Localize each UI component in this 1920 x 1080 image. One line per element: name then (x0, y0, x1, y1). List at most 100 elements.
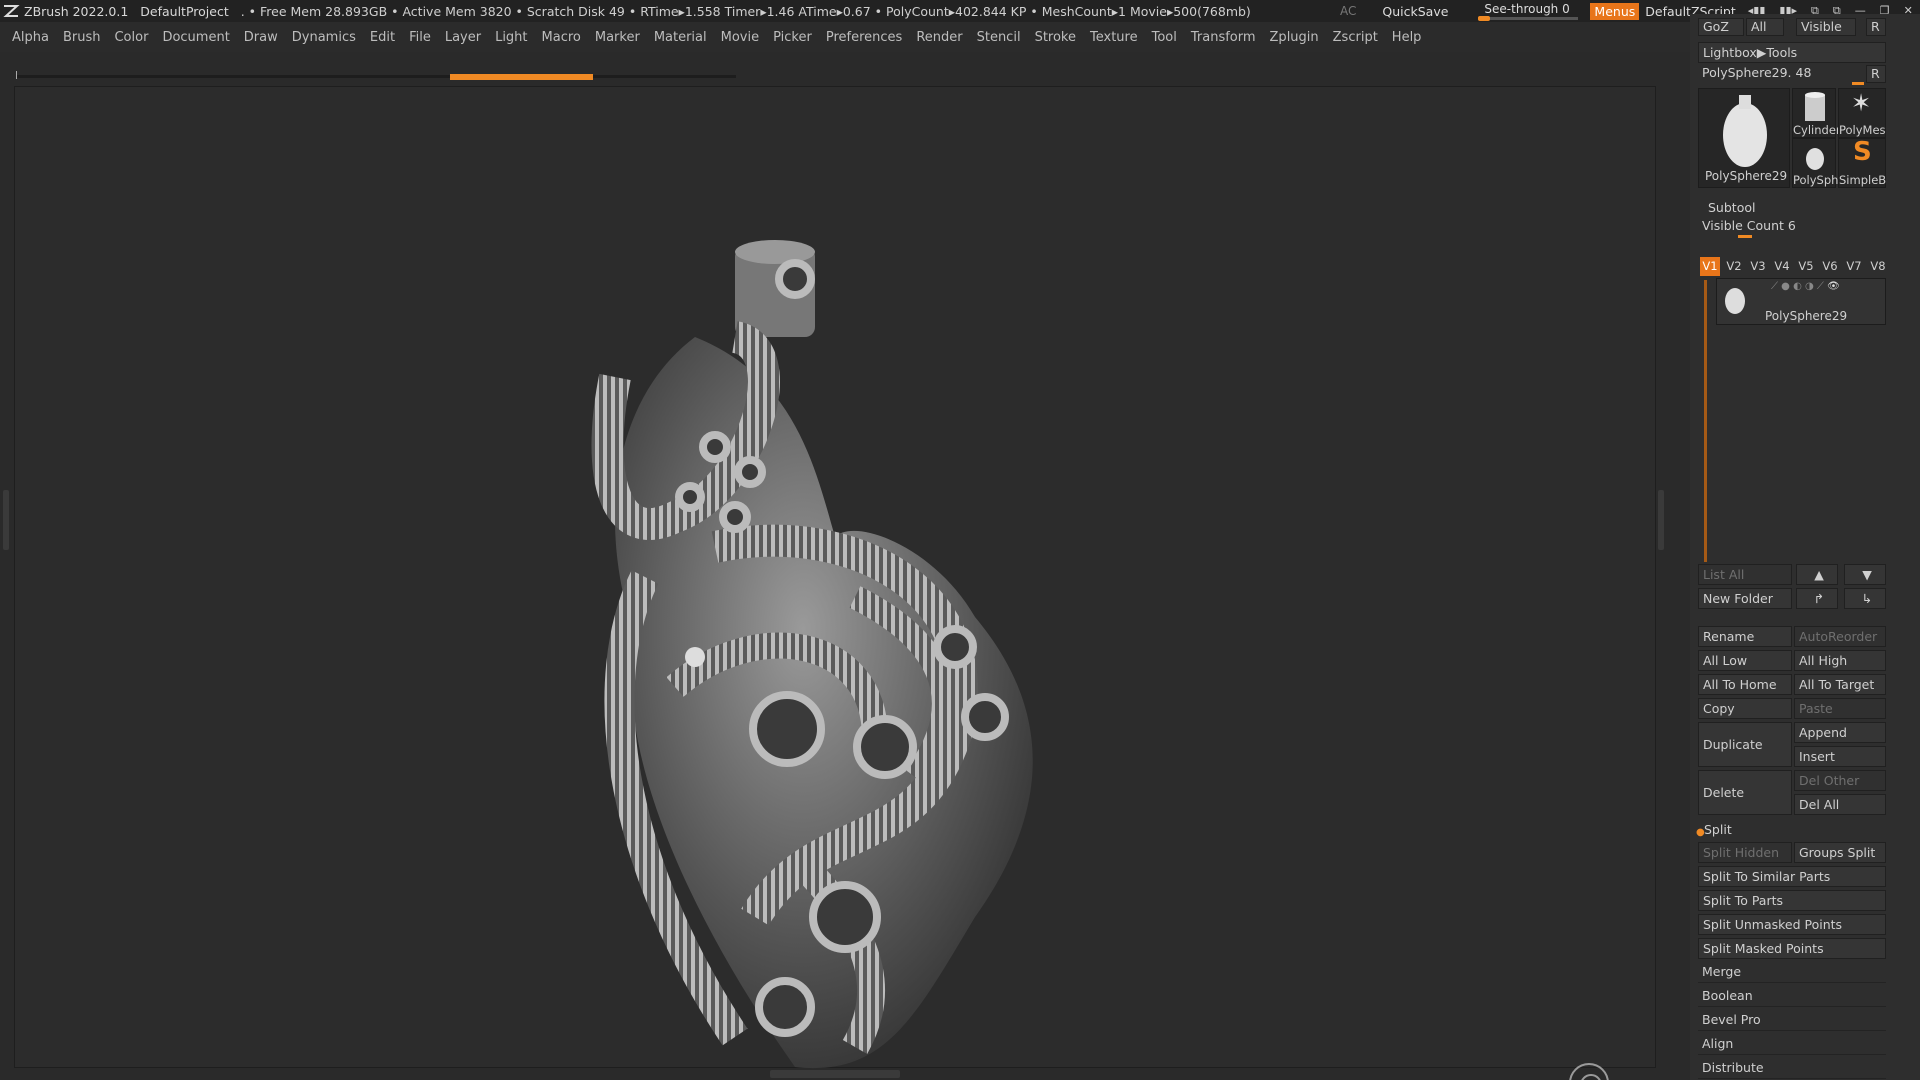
progress-strip (16, 71, 736, 80)
subtool-tab-v3[interactable]: V3 (1748, 257, 1768, 276)
bottom-tray-handle[interactable] (770, 1070, 900, 1078)
menu-brush[interactable]: Brush (63, 30, 101, 45)
del-all-button[interactable]: Del All (1794, 794, 1886, 815)
split-section-title[interactable]: Split (1704, 822, 1732, 837)
tool-palette: GoZ All Visible R Lightbox▶Tools PolySph… (1690, 14, 1920, 1080)
menu-picker[interactable]: Picker (773, 30, 812, 45)
duplicate-button[interactable]: Duplicate (1698, 722, 1792, 767)
folder-in-icon[interactable]: ↱ (1796, 588, 1838, 609)
simplebrush-thumbnail[interactable]: S SimpleB (1838, 137, 1886, 188)
subtool-item-polysphere29[interactable]: ⟋ ● ◐ ◑ ⟋ 👁 PolySphere29 (1716, 278, 1886, 325)
menu-draw[interactable]: Draw (244, 30, 278, 45)
polysph-thumbnail[interactable]: PolySph (1792, 138, 1838, 188)
subtool-tab-v2[interactable]: V2 (1724, 257, 1744, 276)
menu-macro[interactable]: Macro (542, 30, 581, 45)
copy-button[interactable]: Copy (1698, 698, 1792, 719)
menu-document[interactable]: Document (162, 30, 229, 45)
subtool-tab-v1[interactable]: V1 (1700, 257, 1720, 276)
section-bevel-pro[interactable]: Bevel Pro (1698, 1010, 1886, 1031)
menu-edit[interactable]: Edit (370, 30, 395, 45)
split-hidden-button[interactable]: Split Hidden (1698, 842, 1792, 863)
section-align[interactable]: Align (1698, 1034, 1886, 1055)
document-canvas[interactable] (14, 86, 1656, 1080)
delete-button[interactable]: Delete (1698, 770, 1792, 815)
menus-toggle-button[interactable]: Menus (1590, 2, 1640, 20)
current-tool-name[interactable]: PolySphere29. 48 (1702, 65, 1811, 80)
menu-preferences[interactable]: Preferences (826, 30, 902, 45)
cylinder-thumbnail[interactable]: Cylinder (1792, 88, 1841, 138)
subtool-section-title[interactable]: Subtool (1708, 200, 1755, 215)
menu-material[interactable]: Material (654, 30, 707, 45)
app-title: ZBrush 2022.0.1 (24, 3, 129, 19)
visible-count-slider[interactable]: Visible Count 6 (1702, 218, 1796, 233)
rename-button[interactable]: Rename (1698, 626, 1792, 647)
autoreorder-button[interactable]: AutoReorder (1794, 626, 1886, 647)
right-tray-handle[interactable] (1658, 490, 1664, 550)
move-up-icon[interactable]: ▲ (1796, 564, 1838, 585)
polymesh-thumbnail[interactable]: ✶ PolyMes (1838, 88, 1886, 138)
groups-split-button[interactable]: Groups Split (1794, 842, 1886, 863)
left-tray-handle[interactable] (3, 490, 9, 550)
paste-button[interactable]: Paste (1794, 698, 1886, 719)
goz-r-button[interactable]: R (1866, 18, 1886, 36)
menu-stroke[interactable]: Stroke (1035, 30, 1076, 45)
goz-button[interactable]: GoZ (1698, 18, 1744, 36)
menu-file[interactable]: File (409, 30, 431, 45)
title-bar: ZBrush 2022.0.1 DefaultProject . • Free … (0, 0, 1920, 22)
subtool-tab-v4[interactable]: V4 (1772, 257, 1792, 276)
menu-tool[interactable]: Tool (1152, 30, 1177, 45)
goz-all-button[interactable]: All (1746, 18, 1784, 36)
subtool-tab-v7[interactable]: V7 (1844, 257, 1864, 276)
lightbox-tools-button[interactable]: Lightbox▶Tools (1698, 42, 1886, 63)
section-merge[interactable]: Merge (1698, 962, 1886, 983)
menu-zscript[interactable]: Zscript (1333, 30, 1378, 45)
del-other-button[interactable]: Del Other (1794, 770, 1886, 791)
menu-dynamics[interactable]: Dynamics (292, 30, 356, 45)
subtool-tab-v5[interactable]: V5 (1796, 257, 1816, 276)
menu-movie[interactable]: Movie (721, 30, 759, 45)
mechanical-heart-model[interactable] (555, 217, 1155, 1080)
menu-transform[interactable]: Transform (1191, 30, 1256, 45)
split-similar-parts-button[interactable]: Split To Similar Parts (1698, 866, 1886, 887)
move-down-icon[interactable]: ▼ (1844, 564, 1886, 585)
folder-out-icon[interactable]: ↳ (1844, 588, 1886, 609)
menu-color[interactable]: Color (114, 30, 148, 45)
menu-marker[interactable]: Marker (595, 30, 640, 45)
quicksave-button[interactable]: QuickSave (1382, 4, 1448, 19)
menu-texture[interactable]: Texture (1090, 30, 1138, 45)
section-boolean[interactable]: Boolean (1698, 986, 1886, 1007)
menu-zplugin[interactable]: Zplugin (1270, 30, 1319, 45)
subtool-thumb-icon (1725, 288, 1745, 314)
subtool-tab-v6[interactable]: V6 (1820, 257, 1840, 276)
all-low-button[interactable]: All Low (1698, 650, 1792, 671)
navigation-ring-icon[interactable] (1569, 1063, 1609, 1080)
menu-help[interactable]: Help (1392, 30, 1422, 45)
tool-r-button[interactable]: R (1866, 65, 1886, 83)
all-high-button[interactable]: All High (1794, 650, 1886, 671)
subtool-visibility-icons[interactable]: ⟋ ● ◐ ◑ ⟋ 👁 (1771, 281, 1840, 292)
all-to-target-button[interactable]: All To Target (1794, 674, 1886, 695)
see-through-slider[interactable]: See-through 0 (1478, 0, 1579, 22)
append-button[interactable]: Append (1794, 722, 1886, 743)
split-unmasked-button[interactable]: Split Unmasked Points (1698, 914, 1886, 935)
menu-alpha[interactable]: Alpha (12, 30, 49, 45)
all-to-home-button[interactable]: All To Home (1698, 674, 1792, 695)
main-tool-thumbnail[interactable]: PolySphere29 (1698, 88, 1790, 188)
goz-visible-button[interactable]: Visible (1796, 18, 1856, 36)
subtool-tab-v8[interactable]: V8 (1868, 257, 1888, 276)
insert-button[interactable]: Insert (1794, 746, 1886, 767)
menu-stencil[interactable]: Stencil (977, 30, 1021, 45)
project-name[interactable]: DefaultProject (140, 4, 228, 19)
list-all-button[interactable]: List All (1698, 564, 1792, 585)
split-to-parts-button[interactable]: Split To Parts (1698, 890, 1886, 911)
section-distribute[interactable]: Distribute (1698, 1058, 1886, 1079)
polysphere-thumb-icon (1723, 95, 1767, 167)
menu-render[interactable]: Render (916, 30, 962, 45)
menu-layer[interactable]: Layer (445, 30, 481, 45)
new-folder-button[interactable]: New Folder (1698, 588, 1792, 609)
polysph-icon (1806, 148, 1824, 170)
menu-light[interactable]: Light (495, 30, 527, 45)
zbrush-logo-icon (3, 5, 20, 17)
ac-button[interactable]: AC (1340, 4, 1356, 18)
split-masked-button[interactable]: Split Masked Points (1698, 938, 1886, 959)
